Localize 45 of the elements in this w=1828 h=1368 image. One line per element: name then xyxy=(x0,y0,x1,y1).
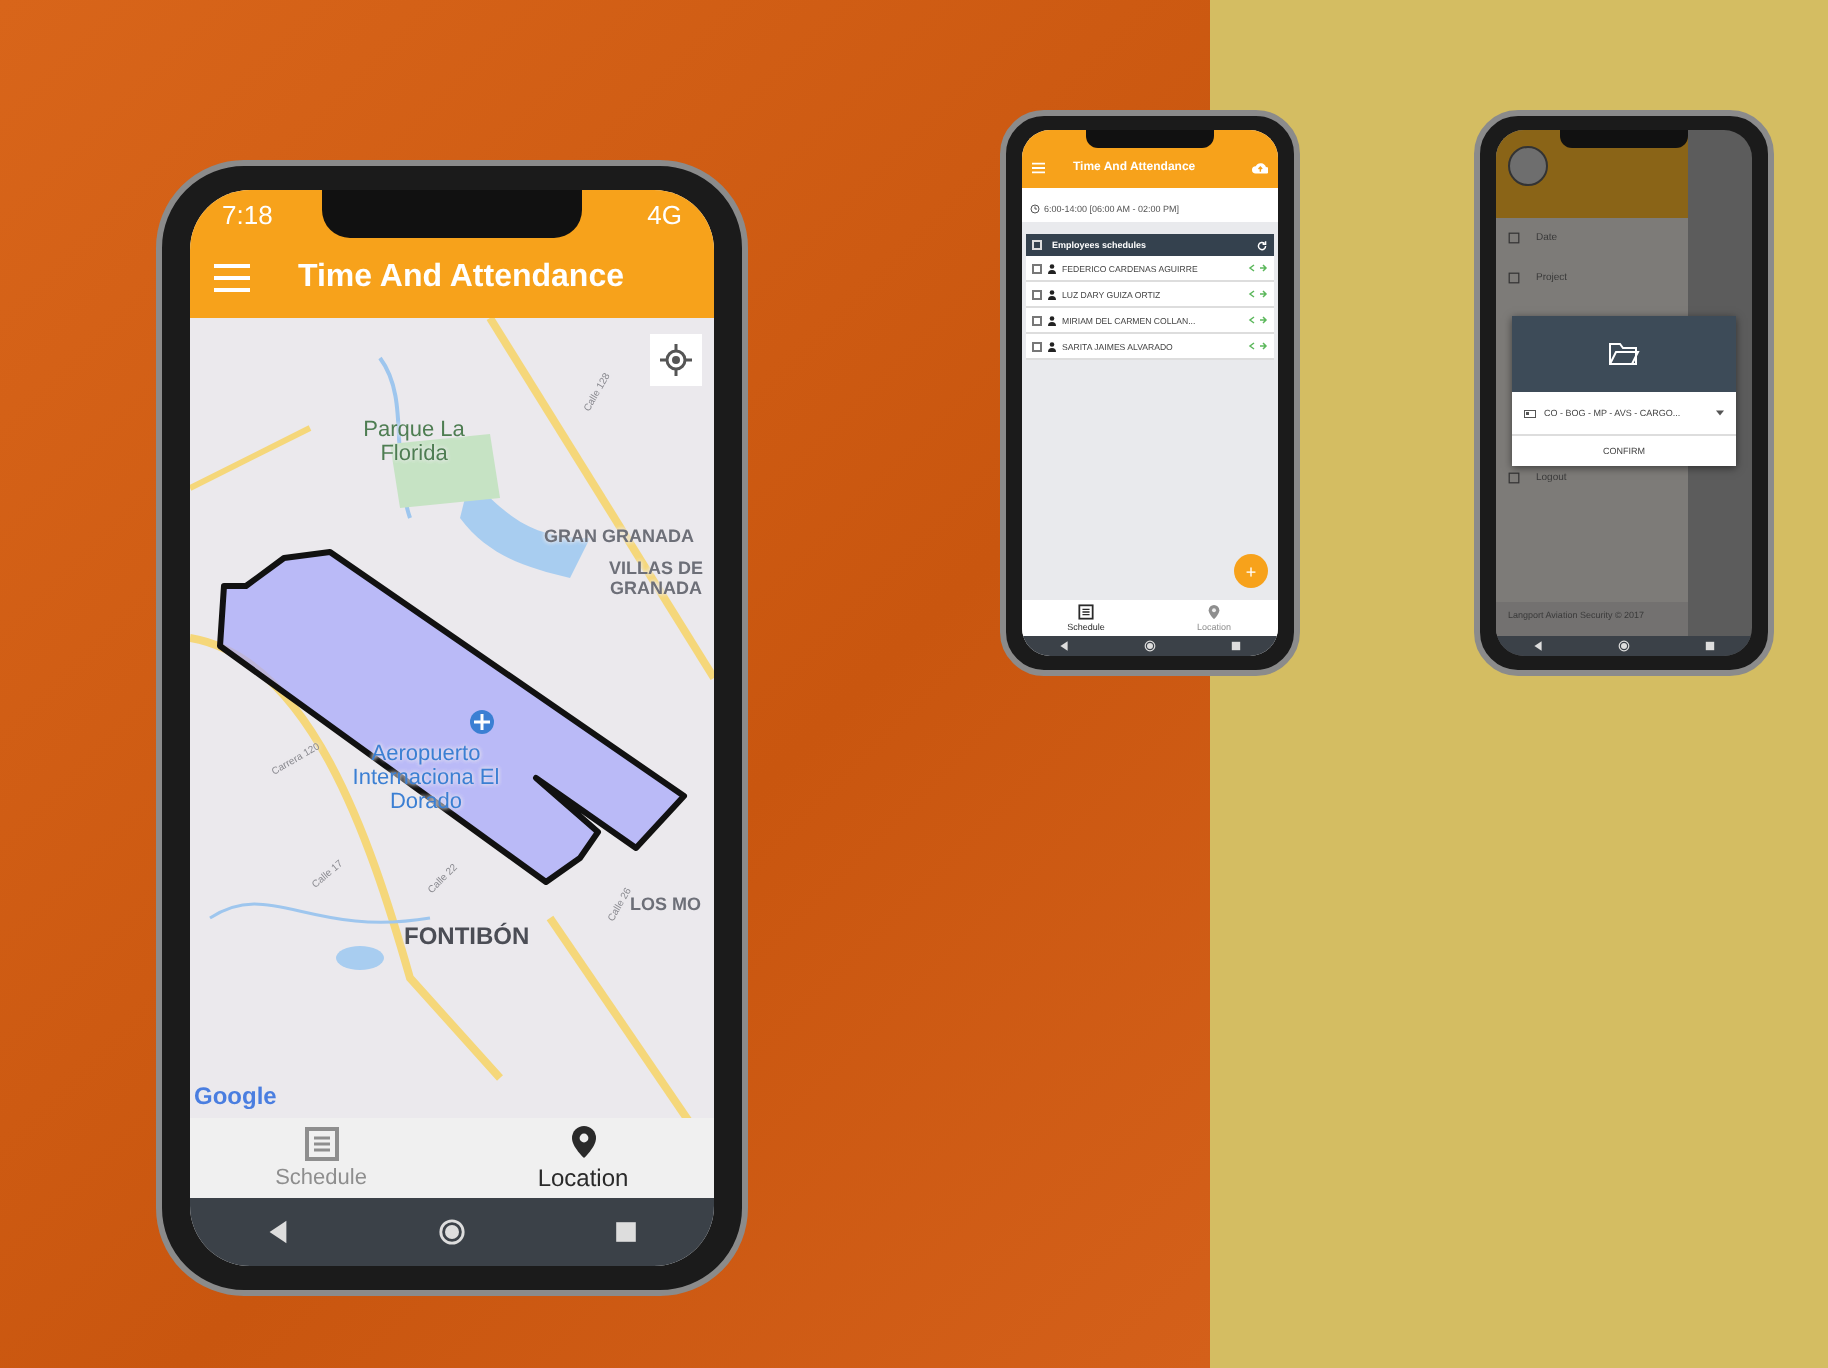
drawer-item-icon xyxy=(1508,232,1520,244)
clock-icon xyxy=(1030,204,1040,214)
person-icon xyxy=(1048,315,1056,325)
person-icon xyxy=(1048,341,1056,351)
airport-pin-icon xyxy=(470,710,494,734)
back-icon[interactable] xyxy=(1532,640,1545,652)
map-attribution: Google xyxy=(194,1082,277,1110)
check-in-out-icon[interactable] xyxy=(1248,264,1268,272)
home-icon[interactable] xyxy=(437,1218,466,1246)
my-location-button[interactable] xyxy=(650,334,702,386)
home-icon[interactable] xyxy=(1143,640,1156,652)
map-label: LOS MO xyxy=(630,894,701,914)
back-icon[interactable] xyxy=(1058,640,1071,652)
map-pin-icon xyxy=(1206,604,1222,620)
select-all-checkbox[interactable] xyxy=(1032,240,1042,250)
network-indicator: 4G xyxy=(647,199,682,229)
map-label: FONTIBÓN xyxy=(404,922,530,950)
badge-icon xyxy=(1524,409,1536,417)
drawer-item-icon xyxy=(1508,272,1520,284)
phone-notch xyxy=(1086,130,1214,148)
refresh-icon[interactable] xyxy=(1256,239,1268,251)
status-time: 7:18 xyxy=(222,199,273,229)
folder-icon xyxy=(1608,342,1640,366)
map-label: Parque La Florida xyxy=(361,418,467,466)
recents-icon[interactable] xyxy=(1229,640,1242,652)
dropdown-caret-icon xyxy=(1716,410,1724,416)
person-icon xyxy=(1048,263,1056,273)
check-in-out-icon[interactable] xyxy=(1248,342,1268,350)
recents-icon[interactable] xyxy=(612,1218,641,1246)
nav-tab[interactable]: Location xyxy=(452,1118,714,1198)
row-checkbox[interactable] xyxy=(1032,263,1042,273)
schedule-icon xyxy=(1078,604,1094,620)
recents-icon[interactable] xyxy=(1703,640,1716,652)
schedule-icon xyxy=(303,1126,339,1162)
check-in-out-icon[interactable] xyxy=(1248,290,1268,298)
avatar xyxy=(1508,146,1548,186)
row-checkbox[interactable] xyxy=(1032,315,1042,325)
row-checkbox[interactable] xyxy=(1032,289,1042,299)
home-icon[interactable] xyxy=(1617,640,1630,652)
drawer-item-icon xyxy=(1508,472,1520,484)
check-in-out-icon[interactable] xyxy=(1248,316,1268,324)
row-checkbox[interactable] xyxy=(1032,341,1042,351)
person-icon xyxy=(1048,289,1056,299)
phone-notch xyxy=(1560,130,1688,148)
app-title: Time And Attendance xyxy=(298,260,624,296)
